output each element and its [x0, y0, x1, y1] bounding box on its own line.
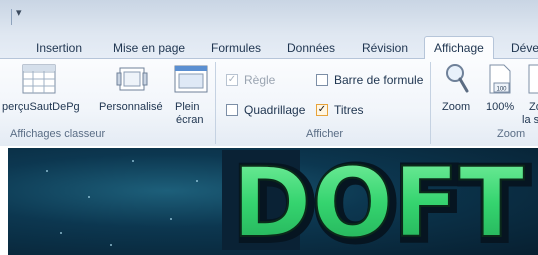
check-regle[interactable]: ✓ Règle — [226, 73, 275, 87]
page-break-preview-icon[interactable] — [22, 64, 56, 99]
full-screen-button-line1[interactable]: Plein — [175, 101, 199, 114]
tab-revision[interactable]: Révision — [362, 38, 408, 58]
zoom-100-button[interactable]: 100% — [486, 101, 514, 114]
check-titres[interactable]: ✓ Titres — [316, 103, 364, 117]
page-break-preview-button[interactable]: perçuSautDePg — [2, 101, 80, 114]
magnifier-icon[interactable] — [444, 62, 470, 99]
group-label-zoom: Zoom — [497, 128, 526, 140]
excel-window: ▾ Insertion Mise en page Formules Donnée… — [0, 0, 538, 255]
checkbox-titres[interactable]: ✓ — [316, 104, 328, 116]
check-barre-de-formule[interactable]: Barre de formule — [316, 73, 423, 87]
group-label-affichages-classeur: Affichages classeur — [10, 128, 106, 140]
tab-mise-en-page[interactable]: Mise en page — [113, 38, 185, 58]
tab-developpeur[interactable]: Déve — [511, 38, 538, 58]
custom-views-button[interactable]: Personnalisé — [99, 101, 163, 114]
checkbox-quadrillage[interactable] — [226, 104, 238, 116]
checkbox-barre-de-formule[interactable] — [316, 74, 328, 86]
check-regle-label: Règle — [244, 73, 276, 87]
tab-formules[interactable]: Formules — [211, 38, 261, 58]
tab-insertion[interactable]: Insertion — [36, 38, 82, 58]
full-screen-icon[interactable] — [174, 64, 208, 99]
check-barre-de-formule-label: Barre de formule — [334, 73, 424, 87]
custom-views-icon[interactable] — [115, 64, 149, 99]
tab-donnees[interactable]: Données — [287, 38, 335, 58]
quick-access-dropdown-icon[interactable]: ▾ — [16, 6, 22, 19]
zoom-selection-button-line1[interactable]: Zo — [529, 101, 538, 114]
group-divider — [430, 62, 431, 144]
zoom-selection-button-line2[interactable]: la s — [522, 114, 538, 127]
doft-logo-text: DOFT — [232, 147, 524, 255]
quick-access-separator — [11, 9, 12, 25]
zoom-100-icon[interactable]: 100 — [488, 64, 512, 99]
check-quadrillage[interactable]: Quadrillage — [226, 103, 305, 117]
title-bar: ▾ — [0, 0, 538, 34]
group-divider — [215, 62, 216, 144]
doft-logo: DOFT DOFT — [222, 146, 532, 255]
group-label-afficher: Afficher — [306, 128, 344, 140]
check-titres-label: Titres — [334, 103, 364, 117]
zoom-selection-icon[interactable] — [528, 64, 538, 99]
tab-affichage[interactable]: Affichage — [424, 36, 494, 60]
full-screen-button-line2[interactable]: écran — [176, 114, 204, 127]
zoom-button[interactable]: Zoom — [442, 101, 470, 114]
zoom-100-badge: 100 — [496, 87, 507, 93]
check-quadrillage-label: Quadrillage — [244, 103, 306, 117]
checkbox-regle[interactable]: ✓ — [226, 74, 238, 86]
